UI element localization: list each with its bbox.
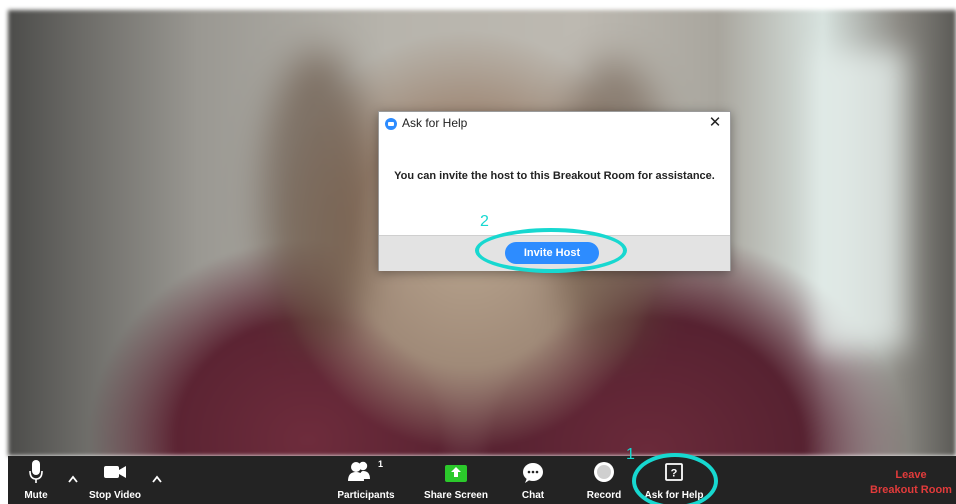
dialog-message: You can invite the host to this Breakout… [394, 170, 715, 182]
close-icon[interactable]: ✕ [706, 114, 724, 132]
participants-button[interactable]: 1 Participants [328, 456, 404, 504]
mute-button[interactable]: Mute [14, 456, 58, 504]
dialog-titlebar: Ask for Help ✕ [379, 112, 730, 136]
ask-for-help-label: Ask for Help [644, 490, 704, 501]
step-number-2: 2 [480, 213, 489, 230]
participants-icon [347, 461, 370, 481]
ask-for-help-button[interactable]: ? Ask for Help [642, 456, 706, 504]
chat-label: Chat [521, 490, 545, 501]
stop-video-label: Stop Video [88, 490, 142, 501]
video-blur-left [263, 50, 373, 350]
record-button[interactable]: Record [576, 456, 632, 504]
step-number-1: 1 [626, 446, 635, 463]
share-screen-icon [445, 465, 467, 482]
record-icon [594, 462, 614, 482]
leave-label-line2: Breakout Room [870, 484, 952, 496]
chevron-up-icon[interactable] [151, 474, 163, 484]
svg-text:?: ? [671, 468, 678, 480]
mute-label: Mute [24, 490, 48, 501]
dialog-title: Ask for Help [402, 116, 468, 130]
microphone-icon [29, 460, 43, 483]
record-label: Record [586, 490, 622, 501]
zoom-app-icon [385, 118, 397, 130]
share-screen-label: Share Screen [424, 490, 488, 501]
invite-host-button[interactable]: Invite Host [505, 242, 599, 264]
participants-count: 1 [378, 459, 384, 469]
dialog-footer: Invite Host [379, 235, 730, 271]
help-icon: ? [665, 463, 683, 481]
ask-for-help-dialog: Ask for Help ✕ You can invite the host t… [378, 111, 731, 271]
participants-label: Participants [337, 490, 395, 501]
leave-breakout-room-button[interactable]: Leave Breakout Room [866, 456, 956, 504]
chat-button[interactable]: Chat [510, 456, 556, 504]
share-screen-button[interactable]: Share Screen [418, 456, 494, 504]
chevron-up-icon[interactable] [67, 474, 79, 484]
leave-label-line1: Leave [895, 469, 927, 481]
video-camera-icon [104, 466, 126, 478]
stop-video-button[interactable]: Stop Video [84, 456, 146, 504]
chat-icon [523, 463, 543, 483]
meeting-toolbar: Mute Stop Video 1 Participants Share Scr… [8, 456, 956, 504]
video-window-glare [816, 50, 906, 350]
zoom-meeting-window: Ask for Help ✕ You can invite the host t… [0, 0, 956, 504]
